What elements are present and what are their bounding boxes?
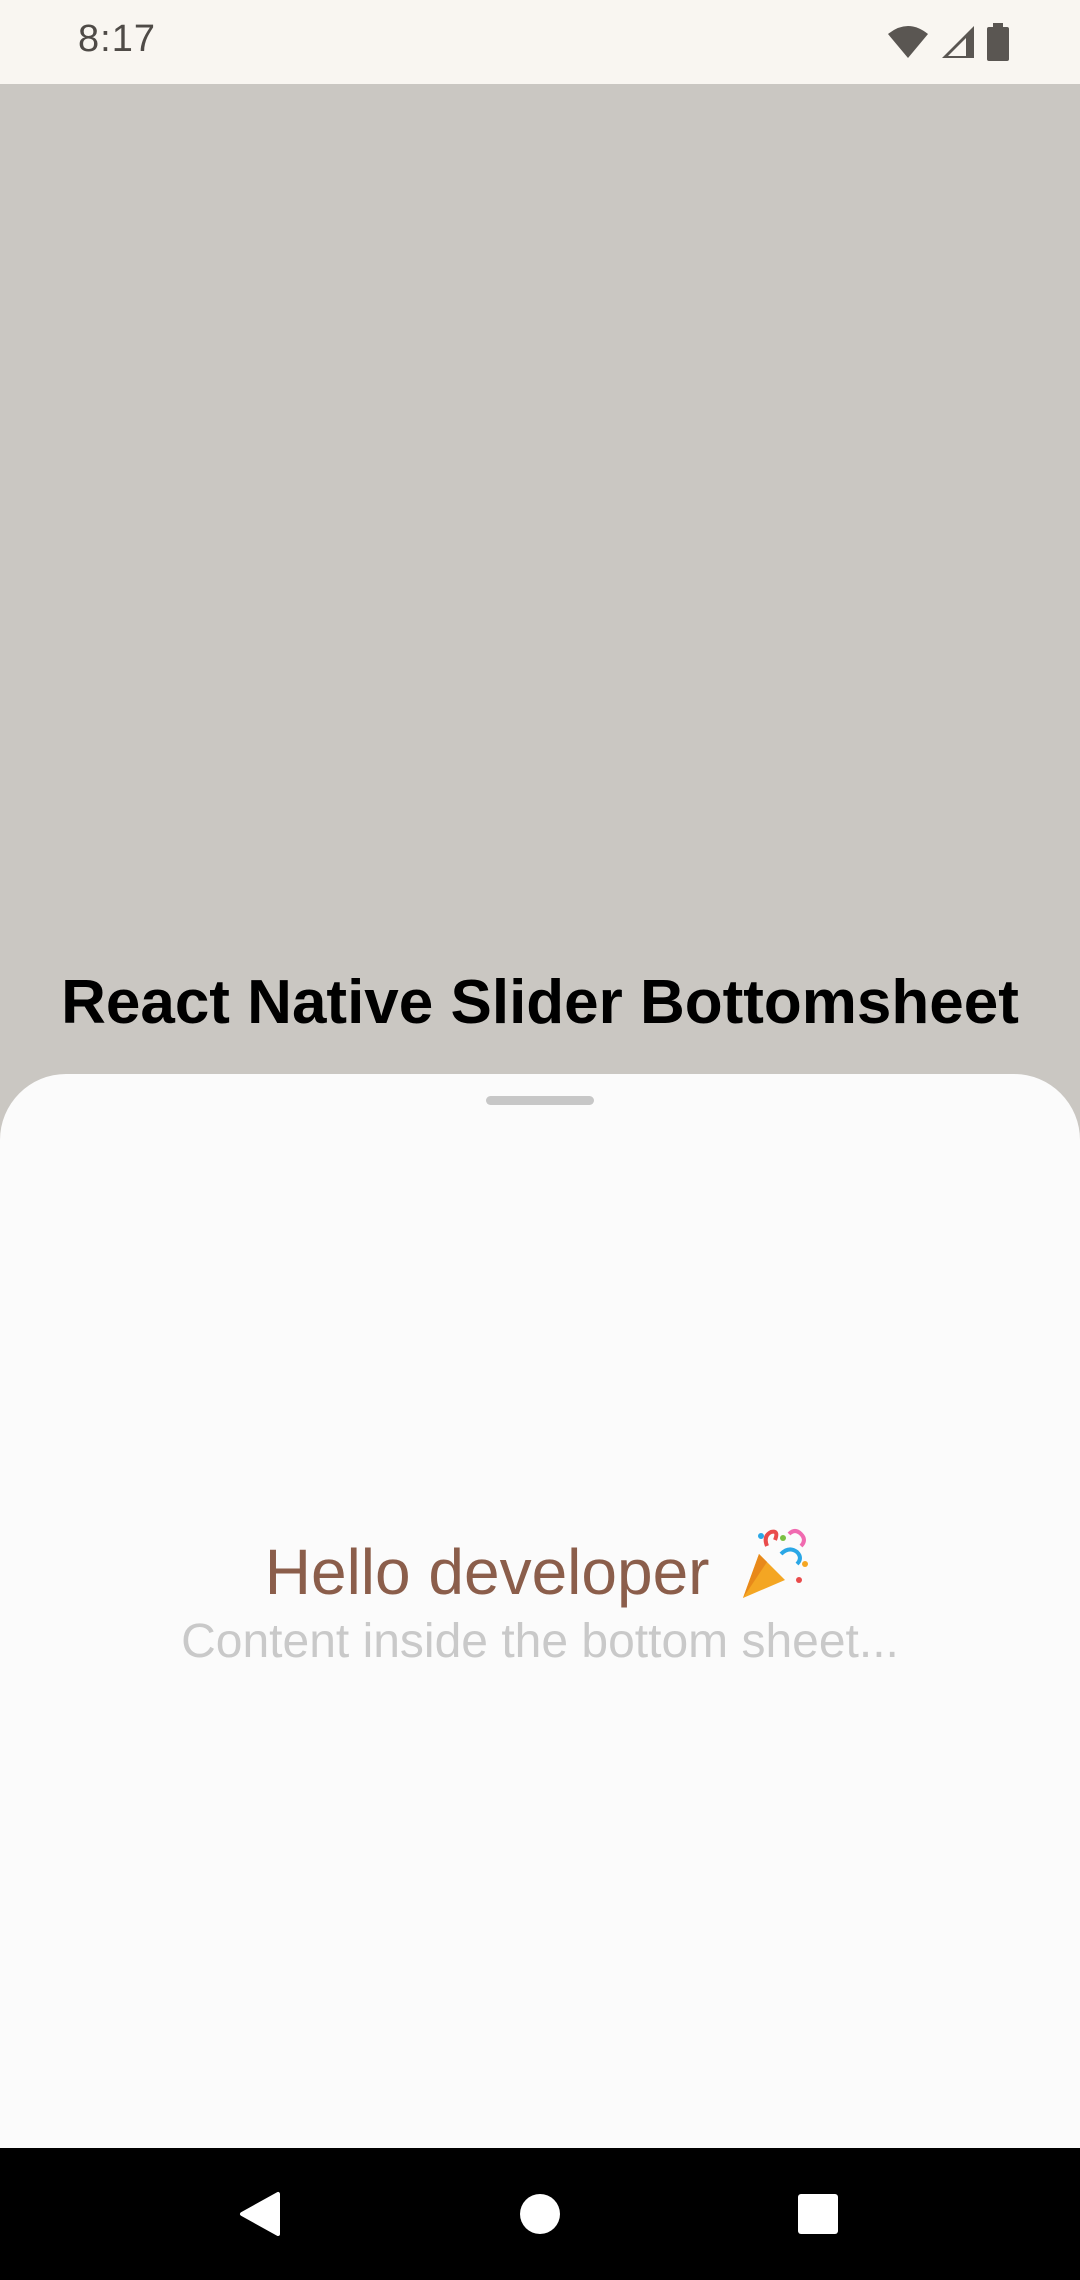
sheet-heading-text: Hello developer <box>264 1536 710 1608</box>
navigation-bar <box>0 2148 1080 2280</box>
party-popper-icon <box>743 1529 809 1598</box>
status-time: 8:17 <box>78 18 156 60</box>
nav-home-button[interactable] <box>470 2148 610 2280</box>
backdrop[interactable] <box>0 84 1080 1074</box>
cellular-signal-icon <box>942 26 974 58</box>
sheet-drag-handle[interactable] <box>486 1096 594 1105</box>
status-icons <box>886 22 1010 62</box>
sheet-subtext: Content inside the bottom sheet... <box>181 1615 899 1668</box>
page-title: React Native Slider Bottomsheet <box>61 968 1019 1037</box>
nav-recents-button[interactable] <box>748 2148 888 2280</box>
wifi-icon <box>888 26 928 58</box>
status-bar: 8:17 <box>0 0 1080 84</box>
back-icon <box>240 2192 280 2236</box>
recents-icon <box>798 2194 838 2234</box>
bottom-sheet[interactable]: Hello developer Content inside the botto… <box>0 1074 1080 2148</box>
battery-icon <box>987 23 1009 61</box>
nav-back-button[interactable] <box>190 2148 330 2280</box>
sheet-heading: Hello developer <box>0 1524 1080 1609</box>
home-icon <box>520 2194 560 2234</box>
